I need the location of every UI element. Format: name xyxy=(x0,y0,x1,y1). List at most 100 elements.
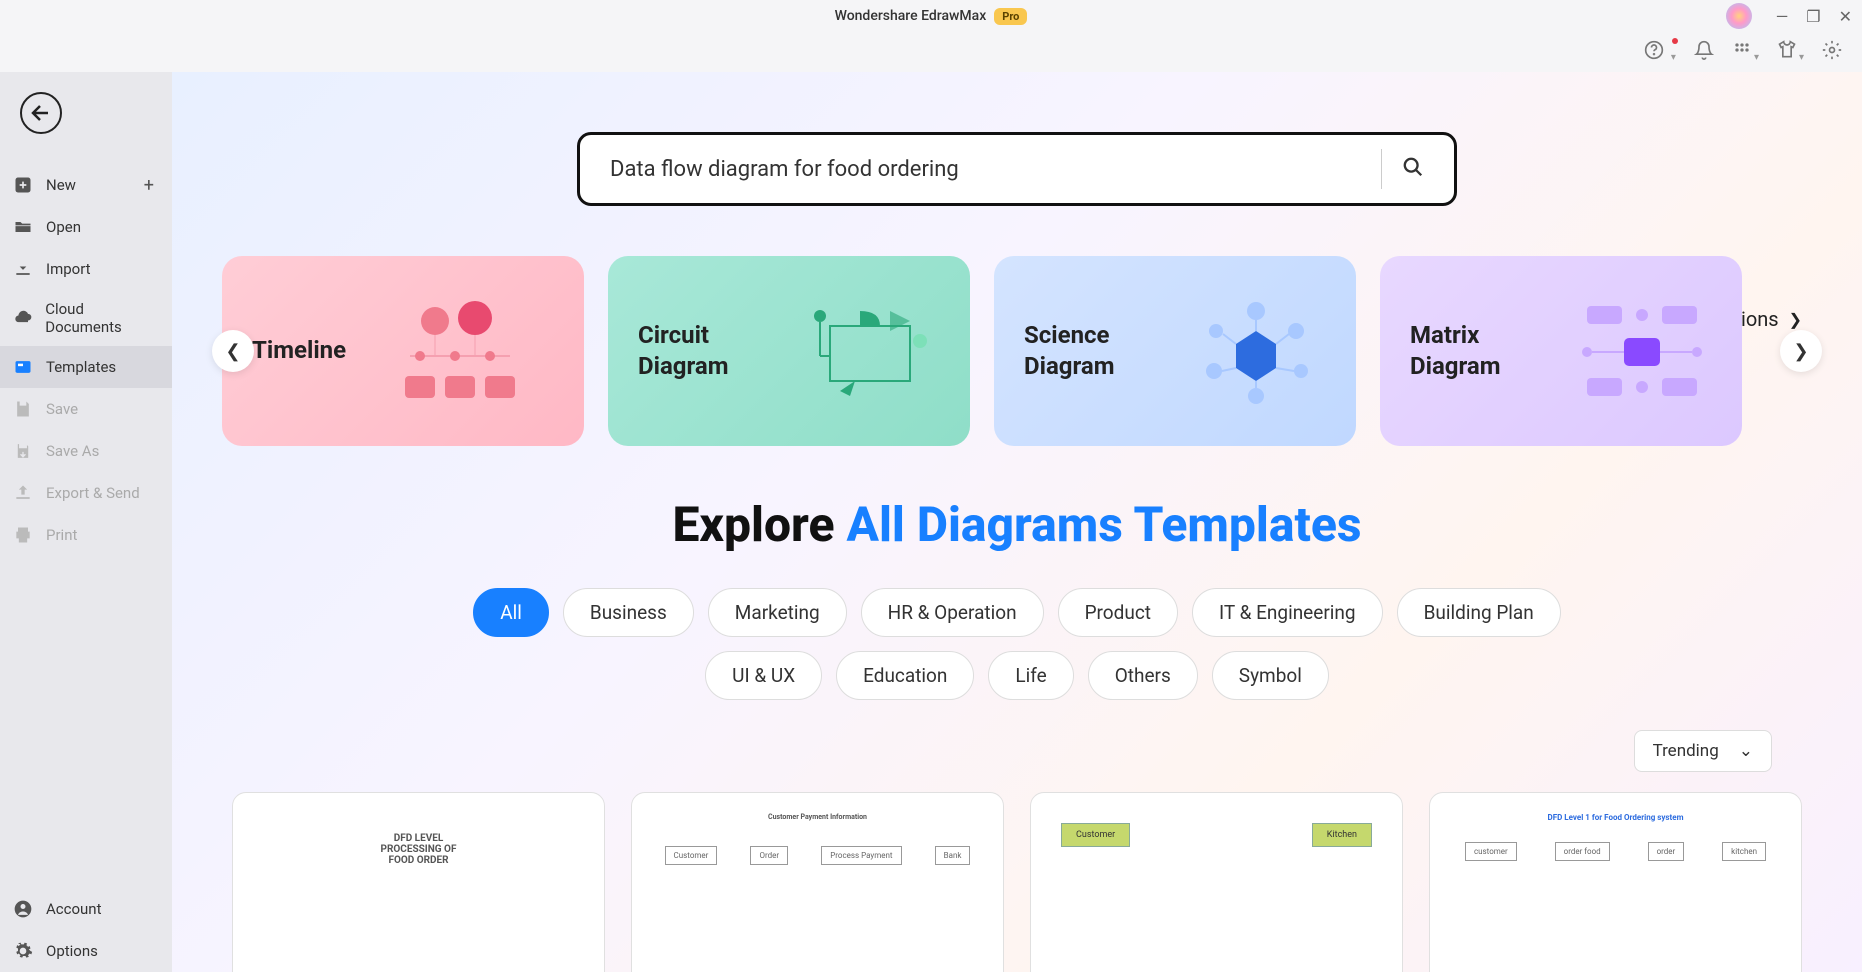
template-node: order food xyxy=(1555,842,1610,861)
filter-business[interactable]: Business xyxy=(563,588,694,637)
template-card[interactable]: DFD Level 1 for Food Ordering system cus… xyxy=(1429,792,1802,972)
account-icon xyxy=(12,898,34,920)
help-icon[interactable]: ▾ xyxy=(1644,40,1676,65)
sidebar-item-print: Print xyxy=(0,514,172,556)
back-button[interactable] xyxy=(20,92,62,134)
category-label: Circuit Diagram xyxy=(638,320,780,382)
cloud-icon xyxy=(12,307,33,329)
sidebar-label-account: Account xyxy=(46,900,102,918)
template-node: customer xyxy=(1465,842,1517,861)
close-icon[interactable]: ✕ xyxy=(1839,7,1852,26)
category-label: Science Diagram xyxy=(1024,320,1166,382)
sidebar-item-new[interactable]: New + xyxy=(0,164,172,206)
add-icon[interactable]: + xyxy=(144,175,160,196)
sidebar-label-save: Save xyxy=(46,400,78,418)
template-node: kitchen xyxy=(1722,842,1766,861)
filter-symbol[interactable]: Symbol xyxy=(1212,651,1329,700)
sort-label: Trending xyxy=(1653,741,1719,761)
sidebar-label-cloud: Cloud Documents xyxy=(45,300,160,336)
template-text: PROCESSING OF xyxy=(253,844,584,855)
import-icon xyxy=(12,258,34,280)
sidebar-item-account[interactable]: Account xyxy=(0,888,172,930)
search-input[interactable] xyxy=(610,157,1361,182)
circuit-illustration xyxy=(800,296,940,406)
sidebar-label-open: Open xyxy=(46,218,81,236)
search-icon[interactable] xyxy=(1402,156,1424,183)
template-card[interactable]: Customer Kitchen xyxy=(1030,792,1403,972)
sidebar-item-templates[interactable]: Templates xyxy=(0,346,172,388)
sidebar-label-print: Print xyxy=(46,526,77,544)
filter-all[interactable]: All xyxy=(473,588,549,637)
template-node: Process Payment xyxy=(821,846,901,865)
sidebar-item-cloud[interactable]: Cloud Documents xyxy=(0,290,172,346)
sidebar-label-options: Options xyxy=(46,942,98,960)
filter-education[interactable]: Education xyxy=(836,651,974,700)
minimize-icon[interactable]: — xyxy=(1776,7,1789,26)
sidebar-item-export: Export & Send xyxy=(0,472,172,514)
filter-pills: All Business Marketing HR & Operation Pr… xyxy=(417,588,1617,700)
template-node: order xyxy=(1648,842,1685,861)
filter-marketing[interactable]: Marketing xyxy=(708,588,847,637)
sort-select[interactable]: Trending ⌄ xyxy=(1634,730,1772,772)
app-title: Wondershare EdrawMax xyxy=(835,8,987,24)
user-avatar[interactable] xyxy=(1726,3,1752,29)
explore-highlight: All Diagrams Templates xyxy=(846,496,1361,553)
apps-icon[interactable]: ▾ xyxy=(1732,40,1759,65)
filter-product[interactable]: Product xyxy=(1058,588,1178,637)
sidebar-label-saveas: Save As xyxy=(46,442,99,460)
notification-dot xyxy=(1672,38,1678,44)
template-node: Order xyxy=(750,846,788,865)
template-text: DFD Level 1 for Food Ordering system xyxy=(1450,813,1781,822)
sidebar-label-new: New xyxy=(46,176,76,194)
category-label: Matrix Diagram xyxy=(1410,320,1552,382)
settings-icon[interactable] xyxy=(1822,40,1842,65)
explore-prefix: Explore xyxy=(673,496,847,553)
timeline-illustration xyxy=(366,296,554,406)
explore-heading: Explore All Diagrams Templates xyxy=(222,496,1812,553)
window-controls: — ❐ ✕ xyxy=(1776,0,1852,32)
chevron-down-icon: ⌄ xyxy=(1739,741,1753,761)
shirt-icon[interactable]: ▾ xyxy=(1777,40,1804,65)
sidebar-item-options[interactable]: Options xyxy=(0,930,172,972)
filter-it[interactable]: IT & Engineering xyxy=(1192,588,1383,637)
template-node: Customer xyxy=(1061,823,1130,847)
maximize-icon[interactable]: ❐ xyxy=(1806,7,1820,26)
sidebar-label-import: Import xyxy=(46,260,91,278)
template-card[interactable]: DFD LEVEL PROCESSING OF FOOD ORDER xyxy=(232,792,605,972)
search-box[interactable] xyxy=(577,132,1457,206)
folder-icon xyxy=(12,216,34,238)
sidebar-item-import[interactable]: Import xyxy=(0,248,172,290)
carousel-next-button[interactable]: ❯ xyxy=(1780,330,1822,372)
main-content: All Collections ❯ ❮ Timeline Circuit Dia… xyxy=(172,72,1862,972)
filter-life[interactable]: Life xyxy=(988,651,1073,700)
category-card-science[interactable]: Science Diagram xyxy=(994,256,1356,446)
export-icon xyxy=(12,482,34,504)
filter-hr[interactable]: HR & Operation xyxy=(861,588,1044,637)
template-card[interactable]: Customer Payment Information Customer Or… xyxy=(631,792,1004,972)
template-node: Bank xyxy=(935,846,971,865)
category-carousel: ❮ Timeline Circuit Diagram Science Diagr… xyxy=(222,256,1812,446)
category-card-circuit[interactable]: Circuit Diagram xyxy=(608,256,970,446)
sidebar-item-open[interactable]: Open xyxy=(0,206,172,248)
filter-building[interactable]: Building Plan xyxy=(1397,588,1561,637)
save-icon xyxy=(12,398,34,420)
category-label: Timeline xyxy=(252,335,346,366)
search-divider xyxy=(1381,149,1382,189)
sidebar-label-export: Export & Send xyxy=(46,484,140,502)
sidebar: New + Open Import Cloud Documents Templa… xyxy=(0,72,172,972)
plus-square-icon xyxy=(12,174,34,196)
saveas-icon xyxy=(12,440,34,462)
bell-icon[interactable] xyxy=(1694,40,1714,65)
pro-badge: Pro xyxy=(994,8,1027,25)
templates-icon xyxy=(12,356,34,378)
matrix-illustration xyxy=(1572,296,1712,406)
template-node: Customer xyxy=(665,846,718,865)
filter-uiux[interactable]: UI & UX xyxy=(705,651,822,700)
category-card-timeline[interactable]: Timeline xyxy=(222,256,584,446)
category-card-matrix[interactable]: Matrix Diagram xyxy=(1380,256,1742,446)
carousel-prev-button[interactable]: ❮ xyxy=(212,330,254,372)
gear-icon xyxy=(12,940,34,962)
template-text: Customer Payment Information xyxy=(652,813,983,821)
filter-others[interactable]: Others xyxy=(1088,651,1198,700)
template-text: DFD LEVEL xyxy=(253,833,584,844)
